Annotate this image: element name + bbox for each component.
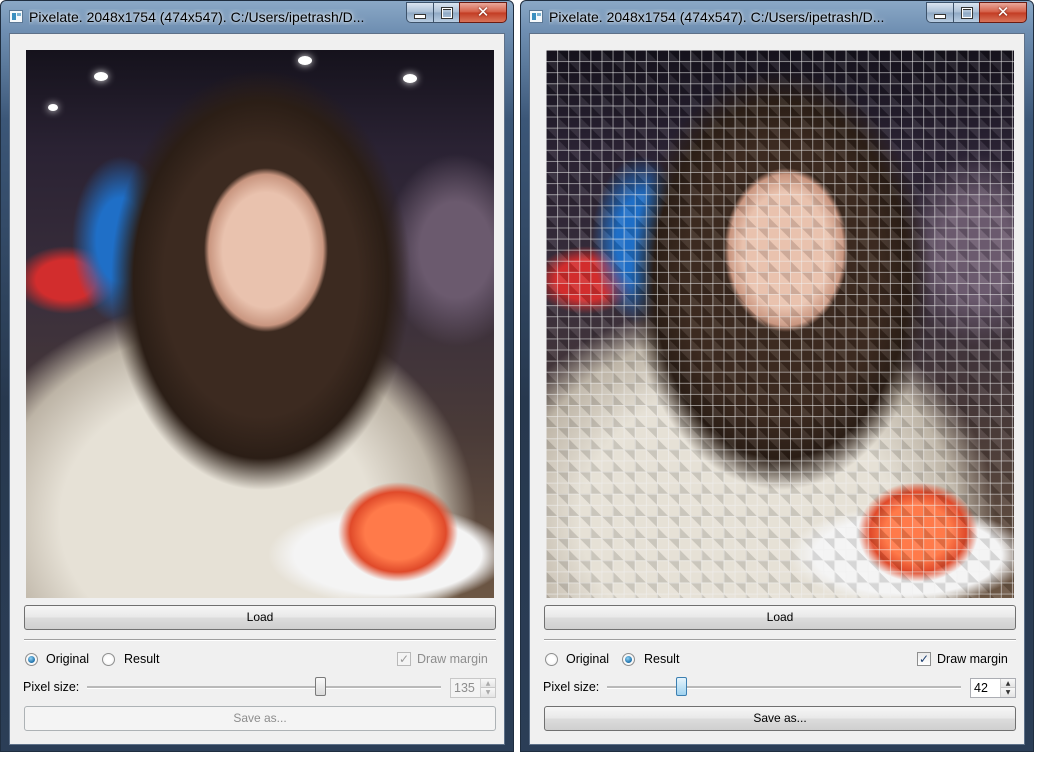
load-button[interactable]: Load <box>544 605 1016 630</box>
minimize-icon <box>414 14 426 19</box>
spin-up-arrow-icon[interactable]: ▲ <box>1001 679 1015 688</box>
photo-original <box>26 50 494 598</box>
radio-result-label[interactable]: Result <box>644 652 679 666</box>
pixel-margin-grid <box>546 50 1014 598</box>
pixel-size-value[interactable]: 135 <box>454 681 475 695</box>
title-bar[interactable]: Pixelate. 2048x1754 (474x547). C:/Users/… <box>1 1 513 33</box>
ceiling-light <box>48 104 58 111</box>
app-icon[interactable] <box>9 10 23 23</box>
pixel-size-spinbox[interactable]: 42 ▲ ▼ <box>970 678 1016 698</box>
pixel-size-spinbox[interactable]: 135 ▲ ▼ <box>450 678 496 698</box>
close-icon: ✕ <box>996 3 1010 21</box>
title-bar[interactable]: Pixelate. 2048x1754 (474x547). C:/Users/… <box>521 1 1033 33</box>
pixel-size-label: Pixel size: <box>23 680 80 694</box>
window-title: Pixelate. 2048x1754 (474x547). C:/Users/… <box>549 9 885 25</box>
separator <box>544 639 1016 641</box>
client-area: Load Original Result ✓ Draw margin Pixel… <box>529 33 1025 745</box>
radio-result-label[interactable]: Result <box>124 652 159 666</box>
app-icon[interactable] <box>529 10 543 23</box>
radio-original-label[interactable]: Original <box>566 652 609 666</box>
pixel-size-slider-handle[interactable] <box>675 677 687 696</box>
window-title: Pixelate. 2048x1754 (474x547). C:/Users/… <box>29 9 365 25</box>
spin-up-arrow-icon[interactable]: ▲ <box>481 679 495 688</box>
image-preview-result <box>546 50 1014 598</box>
minimize-button[interactable] <box>406 2 433 23</box>
pixelate-window-original: Pixelate. 2048x1754 (474x547). C:/Users/… <box>0 0 514 752</box>
spinbox-arrows: ▲ ▼ <box>480 679 495 697</box>
radio-original-label[interactable]: Original <box>46 652 89 666</box>
draw-margin-label[interactable]: Draw margin <box>417 652 488 666</box>
draw-margin-label[interactable]: Draw margin <box>937 652 1008 666</box>
maximize-button[interactable] <box>953 2 979 23</box>
pixel-size-slider-track[interactable] <box>87 686 441 689</box>
radio-result[interactable] <box>102 653 115 666</box>
maximize-icon <box>440 6 453 19</box>
load-button[interactable]: Load <box>24 605 496 630</box>
pixel-size-slider-handle[interactable] <box>315 677 327 696</box>
save-as-button[interactable]: Save as... <box>544 706 1016 731</box>
caption-buttons: ✕ <box>406 2 507 23</box>
client-area: Load Original Result ✓ Draw margin Pixel… <box>9 33 505 745</box>
pixel-size-value[interactable]: 42 <box>974 681 988 695</box>
pixel-size-label: Pixel size: <box>543 680 600 694</box>
radio-original[interactable] <box>545 653 558 666</box>
close-icon: ✕ <box>476 3 490 21</box>
ceiling-light <box>94 72 108 81</box>
minimize-button[interactable] <box>926 2 953 23</box>
radio-result[interactable] <box>622 653 635 666</box>
caption-buttons: ✕ <box>926 2 1027 23</box>
spin-down-arrow-icon[interactable]: ▼ <box>481 688 495 697</box>
spinbox-arrows: ▲ ▼ <box>1000 679 1015 697</box>
ceiling-light <box>298 56 312 65</box>
close-button[interactable]: ✕ <box>459 2 507 23</box>
draw-margin-checkbox[interactable]: ✓ <box>917 652 931 666</box>
spin-down-arrow-icon[interactable]: ▼ <box>1001 688 1015 697</box>
close-button[interactable]: ✕ <box>979 2 1027 23</box>
minimize-icon <box>934 14 946 19</box>
maximize-button[interactable] <box>433 2 459 23</box>
maximize-icon <box>960 6 973 19</box>
image-preview-original <box>26 50 494 598</box>
draw-margin-checkbox[interactable]: ✓ <box>397 652 411 666</box>
pixelate-window-result: Pixelate. 2048x1754 (474x547). C:/Users/… <box>520 0 1034 752</box>
radio-original[interactable] <box>25 653 38 666</box>
save-as-button[interactable]: Save as... <box>24 706 496 731</box>
separator <box>24 639 496 641</box>
pixel-size-slider-track[interactable] <box>607 686 961 689</box>
ceiling-light <box>403 74 417 83</box>
